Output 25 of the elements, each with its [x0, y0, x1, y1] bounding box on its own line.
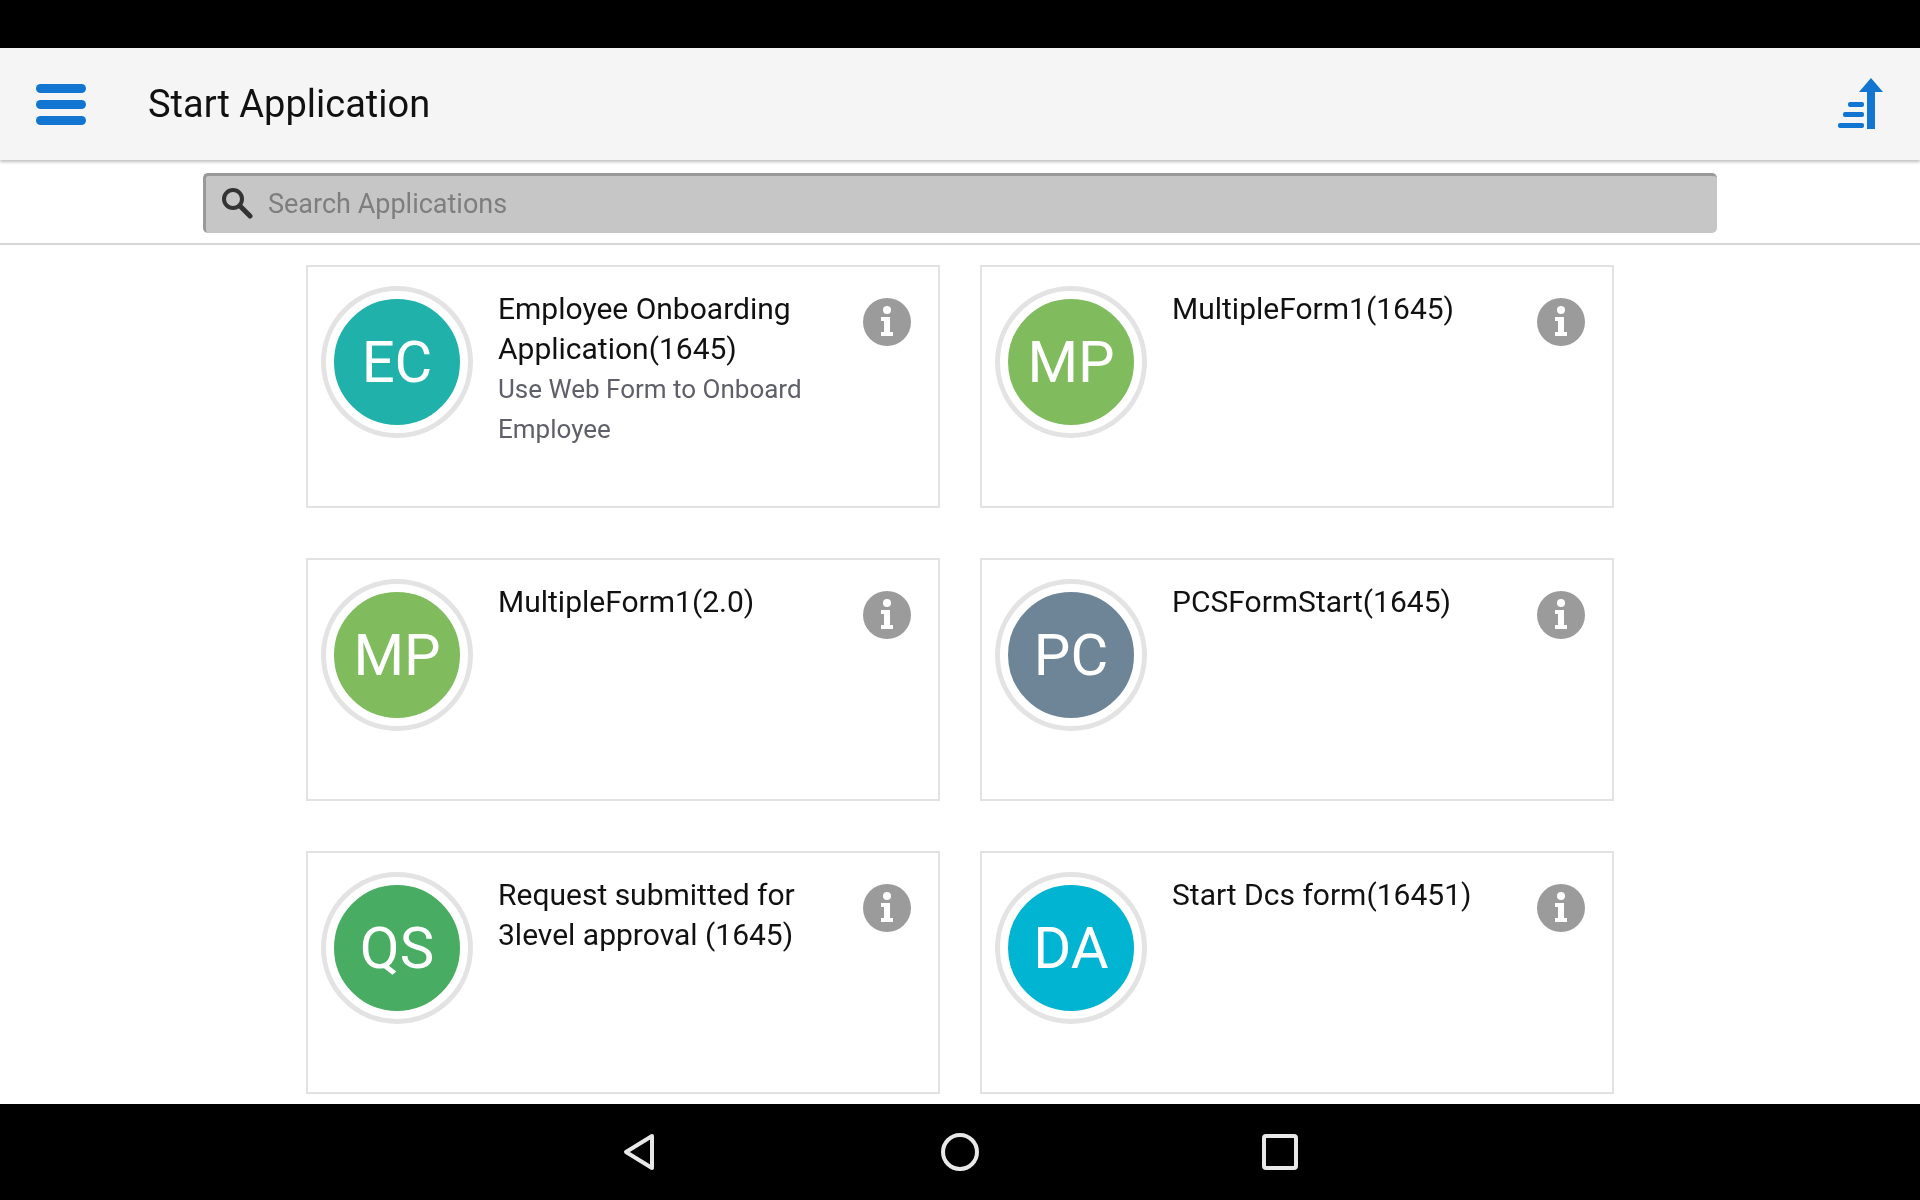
info-icon[interactable] — [862, 297, 912, 347]
recents-icon[interactable] — [1262, 1134, 1298, 1170]
application-title: PCSFormStart(1645) — [1172, 583, 1452, 621]
info-icon[interactable] — [862, 590, 912, 640]
application-card[interactable]: PC PCSFormStart(1645) — [980, 558, 1614, 801]
application-description: Use Web Form to Onboard Employee — [498, 373, 803, 446]
page-title: Start Application — [148, 82, 431, 126]
search-field[interactable]: Search Applications — [203, 172, 1717, 233]
application-card[interactable]: MP MultipleForm1(2.0) — [306, 558, 940, 801]
application-title: Request submitted for 3level approval (1645) — [498, 876, 796, 954]
upload-button[interactable] — [1838, 78, 1884, 130]
application-title: Employee Onboarding Application(1645) — [498, 290, 792, 368]
application-card[interactable]: DA Start Dcs form(16451) — [980, 851, 1614, 1094]
home-icon[interactable] — [940, 1132, 980, 1172]
info-icon[interactable] — [1536, 297, 1586, 347]
sort-arrow-icon — [1838, 78, 1884, 130]
application-card[interactable]: EC Employee Onboarding Application(1645) Use Web Form to Onboard Employee — [306, 265, 940, 508]
application-title: Start Dcs form(16451) — [1172, 876, 1473, 914]
application-title: MultipleForm1(2.0) — [498, 583, 756, 621]
application-title: MultipleForm1(1645) — [1172, 290, 1456, 328]
info-icon[interactable] — [1536, 590, 1586, 640]
info-icon[interactable] — [1536, 883, 1586, 933]
application-card[interactable]: MP MultipleForm1(1645) — [980, 265, 1614, 508]
application-card[interactable]: QS Request submitted for 3level approval (1645) — [306, 851, 940, 1094]
info-icon[interactable] — [862, 883, 912, 933]
